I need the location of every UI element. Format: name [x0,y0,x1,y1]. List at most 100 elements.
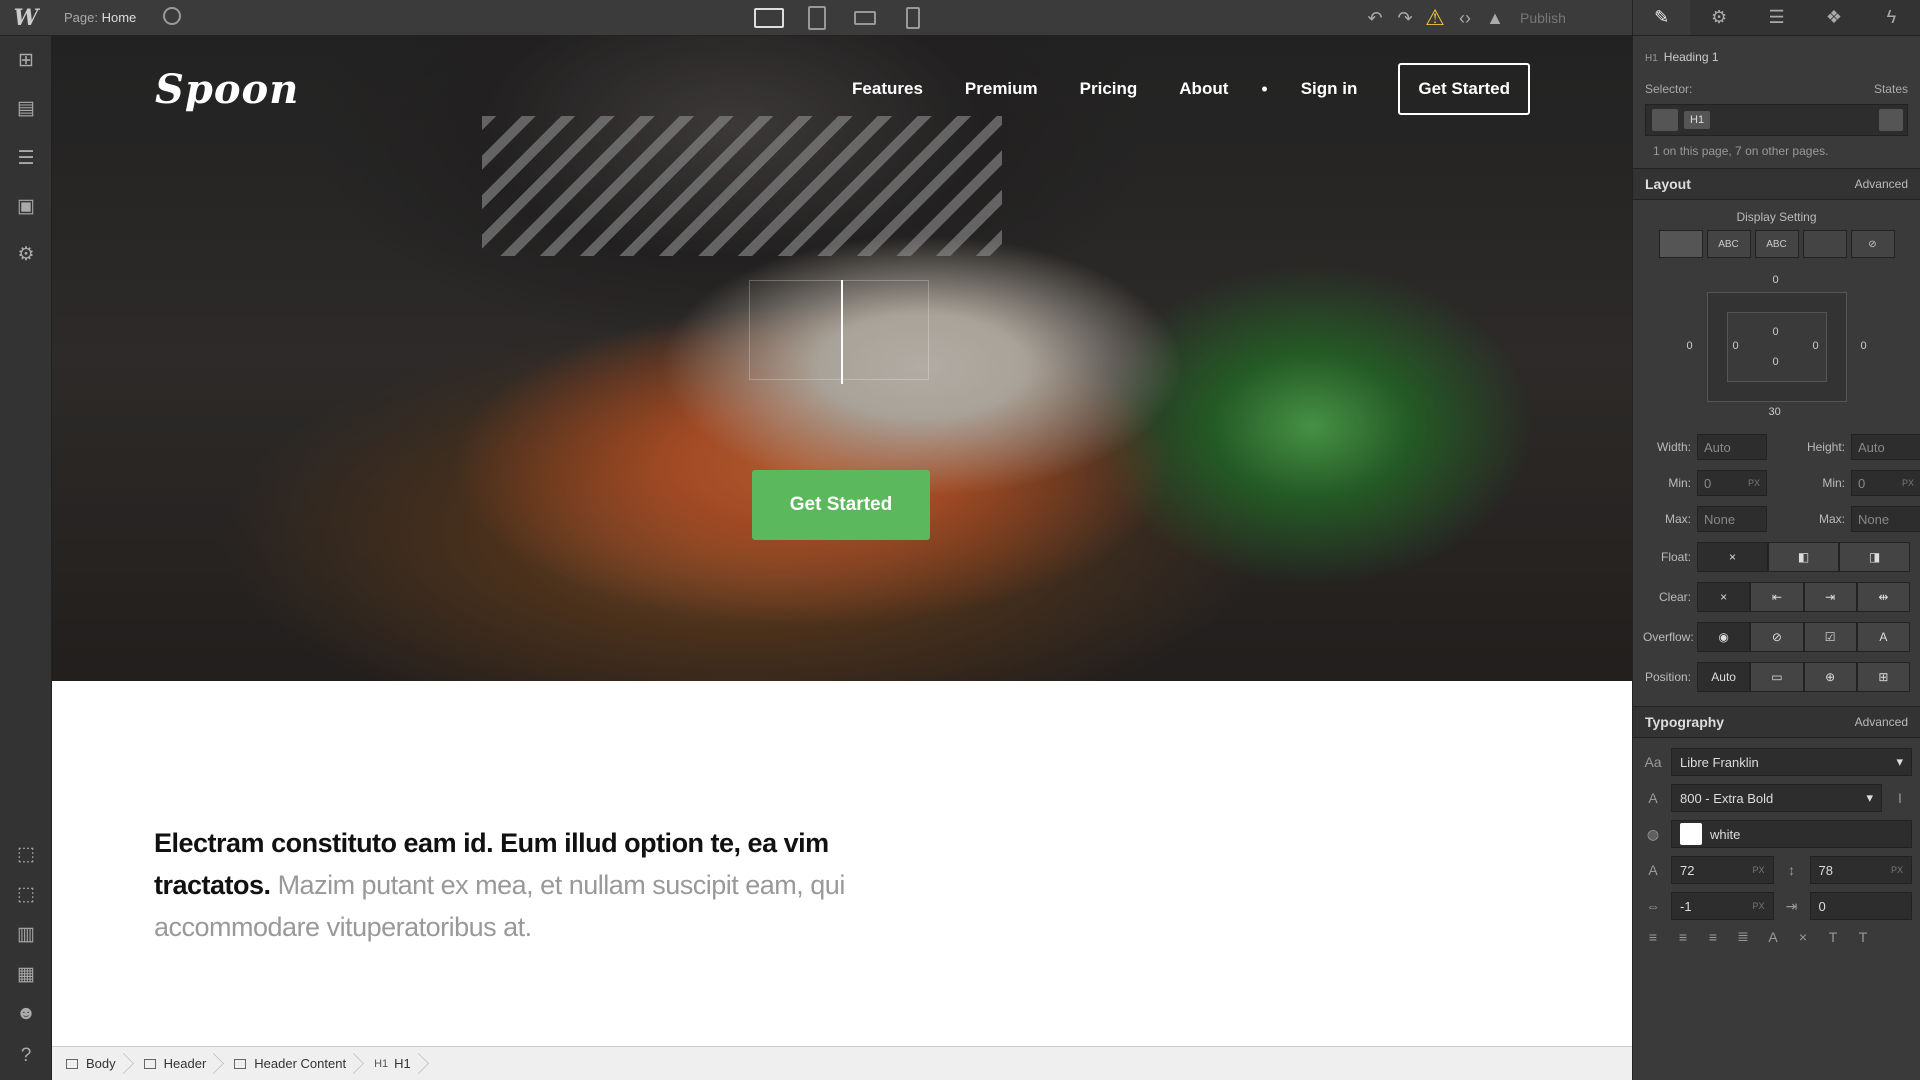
align-right-icon[interactable]: ≡ [1701,929,1725,945]
preview-eye-icon[interactable] [163,7,181,25]
float-left-icon[interactable]: ◧ [1768,542,1839,572]
breadcrumb-h1[interactable]: H1 H1 [360,1047,425,1080]
nav-link-premium[interactable]: Premium [944,63,1059,115]
padding-right-value[interactable]: 0 [1813,340,1819,352]
landscape-view-button[interactable] [846,0,884,36]
nav-get-started-button[interactable]: Get Started [1398,63,1530,115]
font-size-input[interactable]: 72 PX [1671,856,1774,884]
typography-section-header[interactable]: Typography Advanced [1633,706,1920,738]
min-height-input[interactable]: 0 PX [1851,470,1920,496]
interactions-tab-bolt-icon[interactable]: ϟ [1863,0,1920,35]
pages-icon[interactable]: ▤ [14,96,38,120]
overflow-visible-eye-icon[interactable]: ◉ [1697,622,1751,652]
settings-tab-gear-icon[interactable]: ⚙ [1690,0,1747,35]
max-width-input[interactable]: None [1697,506,1767,532]
select-tool-icon[interactable]: ⬚ [14,842,38,866]
clear-right-icon[interactable]: ⇥ [1803,582,1857,612]
layout-advanced-toggle[interactable]: Advanced [1855,177,1908,191]
no-decoration-icon[interactable]: × [1791,929,1815,945]
display-inline-block-button[interactable]: ABC [1706,230,1751,258]
hero-section[interactable]: Spoon Features Premium Pricing About • S… [52,36,1632,681]
width-input[interactable]: Auto [1697,434,1767,460]
padding-left-value[interactable]: 0 [1733,340,1739,352]
padding-top-value[interactable]: 0 [1773,326,1779,338]
help-icon[interactable]: ? [14,1044,38,1068]
navigator-tab-icon[interactable]: ☰ [1748,0,1805,35]
strikethrough-icon[interactable]: T [1851,929,1875,945]
cms-icon[interactable]: ☰ [14,146,38,170]
publish-button[interactable]: Publish [1520,10,1566,26]
layout-section-header[interactable]: Layout Advanced [1633,168,1920,200]
selected-heading-outline[interactable] [749,280,929,380]
position-auto-button[interactable]: Auto [1697,662,1751,692]
box-model-editor[interactable]: 0 0 0 30 0 0 0 0 [1667,272,1887,422]
undo-icon[interactable]: ↶ [1360,0,1390,36]
breadcrumb-header[interactable]: Header [130,1047,221,1080]
selector-menu-icon[interactable] [1879,109,1903,131]
show-edges-icon[interactable]: ⬚ [14,882,38,906]
overflow-hidden-icon[interactable]: ⊘ [1750,622,1804,652]
color-swatch[interactable] [1680,823,1702,845]
text-indent-input[interactable]: 0 [1809,892,1912,920]
float-none-button[interactable]: × [1697,542,1768,572]
selector-field[interactable]: H1 [1645,104,1908,136]
typography-advanced-toggle[interactable]: Advanced [1855,715,1908,729]
brand-logo[interactable]: Spoon [155,66,299,113]
max-height-input[interactable]: None [1851,506,1920,532]
grid-overlay-icon[interactable]: ▥ [14,922,38,946]
overflow-scroll-icon[interactable]: ☑ [1803,622,1857,652]
position-fixed-icon[interactable]: ⊞ [1856,662,1910,692]
selector-tag[interactable]: H1 [1684,111,1711,129]
breadcrumb-header-content[interactable]: Header Content [220,1047,360,1080]
nav-link-features[interactable]: Features [831,63,944,115]
align-justify-icon[interactable]: ≣ [1731,928,1755,945]
overflow-auto-icon[interactable]: A [1856,622,1910,652]
display-block-button[interactable] [1658,230,1703,258]
symbols-tab-icon[interactable]: ❖ [1805,0,1862,35]
font-style-icon[interactable]: I [1888,790,1912,806]
clear-both-icon[interactable]: ⇹ [1856,582,1910,612]
clear-none-button[interactable]: × [1697,582,1751,612]
position-relative-icon[interactable]: ▭ [1750,662,1804,692]
font-family-select[interactable]: Libre Franklin ▾ [1671,748,1912,776]
collaborators-icon[interactable]: ☻ [14,1002,38,1026]
code-icon[interactable]: ‹› [1450,0,1480,36]
tablet-view-button[interactable] [798,0,836,36]
nav-link-signin[interactable]: Sign in [1280,63,1379,115]
warning-icon[interactable]: ⚠ [1420,0,1450,36]
display-inline-button[interactable]: ABC [1754,230,1799,258]
states-dropdown[interactable]: States [1874,82,1908,96]
settings-icon[interactable]: ⚙ [14,242,38,266]
padding-box[interactable] [1726,312,1827,382]
text-color-field[interactable]: white [1671,820,1912,848]
nav-link-pricing[interactable]: Pricing [1059,63,1159,115]
nav-link-about[interactable]: About [1158,63,1249,115]
letter-spacing-input[interactable]: -1 PX [1671,892,1774,920]
font-weight-select[interactable]: 800 - Extra Bold ▾ [1671,784,1882,812]
style-tab-brush-icon[interactable]: ✎ [1633,0,1691,35]
margin-left-value[interactable]: 0 [1687,340,1693,352]
redo-icon[interactable]: ↷ [1390,0,1420,36]
portrait-view-button[interactable] [894,0,932,36]
hero-get-started-button[interactable]: Get Started [752,470,930,540]
uppercase-icon[interactable]: T [1821,929,1845,945]
margin-right-value[interactable]: 0 [1861,340,1867,352]
padding-bottom-value[interactable]: 0 [1773,356,1779,368]
display-flex-button[interactable] [1802,230,1847,258]
x-ray-icon[interactable]: ▦ [14,962,38,986]
align-left-icon[interactable]: ≡ [1641,929,1665,945]
design-canvas[interactable]: Spoon Features Premium Pricing About • S… [52,36,1632,1046]
desktop-view-button[interactable] [750,0,788,36]
add-element-icon[interactable]: ⊞ [14,48,38,72]
assets-icon[interactable]: ▣ [14,194,38,218]
breadcrumb-body[interactable]: Body [52,1047,130,1080]
align-center-icon[interactable]: ≡ [1671,929,1695,945]
display-none-button[interactable]: ⊘ [1850,230,1895,258]
margin-top-value[interactable]: 0 [1773,274,1779,286]
height-input[interactable]: Auto [1851,434,1920,460]
text-decoration-icon[interactable]: A [1761,929,1785,945]
position-absolute-icon[interactable]: ⊕ [1803,662,1857,692]
margin-bottom-value[interactable]: 30 [1769,406,1781,418]
intro-paragraph[interactable]: Electram constituto eam id. Eum illud op… [154,822,874,948]
float-right-icon[interactable]: ◨ [1839,542,1910,572]
